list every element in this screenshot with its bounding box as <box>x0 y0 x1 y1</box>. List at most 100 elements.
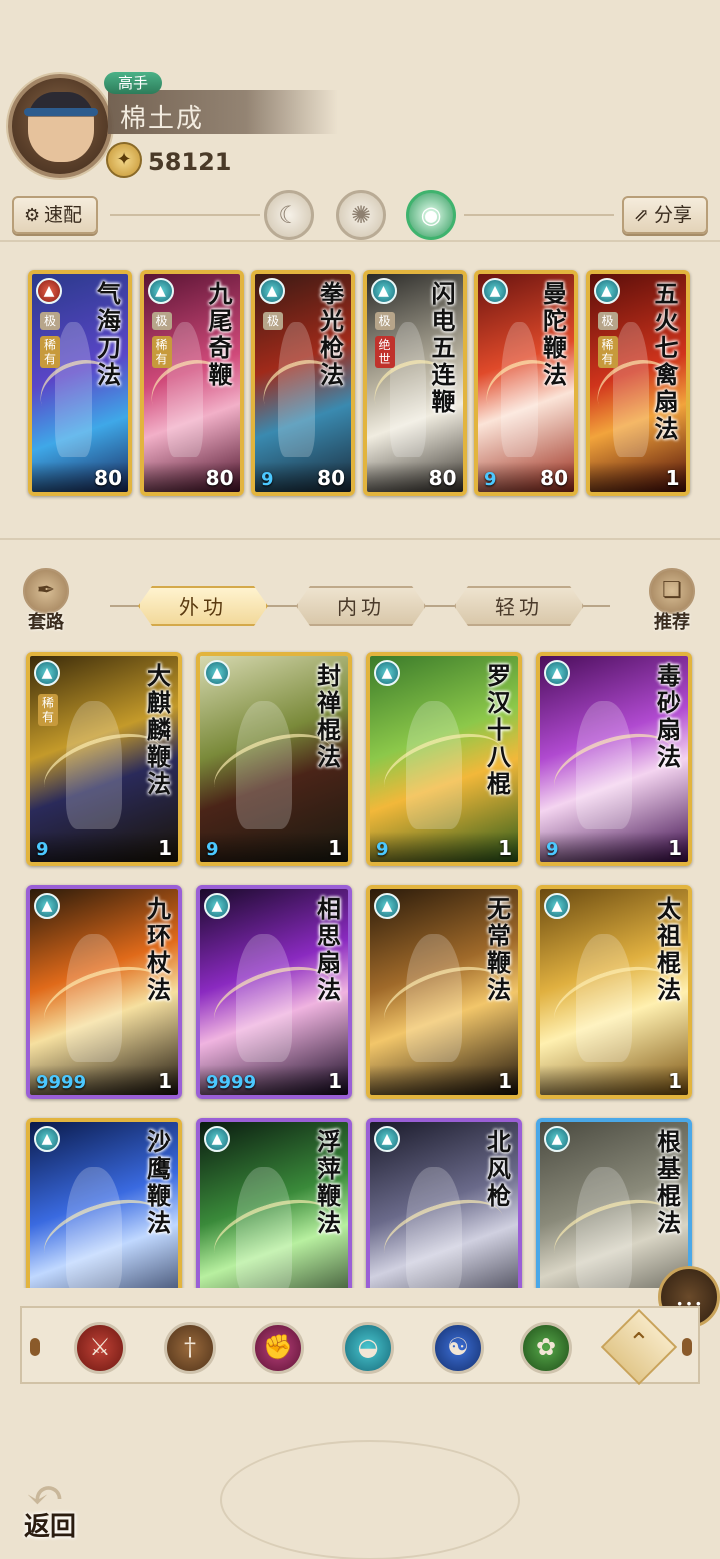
card-tag: 极 <box>151 312 172 330</box>
card-title: 闪电五连鞭 <box>431 279 456 416</box>
card-title: 五火七禽扇法 <box>654 279 679 443</box>
skills-card[interactable]: ▲ 大麒麟鞭法 稀有 9 1 <box>26 652 182 866</box>
card-footer <box>370 832 518 862</box>
card-tag: 极 <box>263 312 283 330</box>
taiji-icon[interactable]: ☯ <box>432 1322 484 1374</box>
card-tag: 稀有 <box>597 336 618 368</box>
back-label: 返回 <box>24 1512 77 1542</box>
moon-slot-icon[interactable]: ☾ <box>264 190 314 240</box>
skills-card[interactable]: ▲ 太祖棍法 1 <box>536 885 692 1099</box>
skills-card[interactable]: ▲ 罗汉十八棍 9 1 <box>366 652 522 866</box>
card-level: 80 <box>317 466 345 490</box>
skill-grid[interactable]: ▲ 大麒麟鞭法 稀有 9 1 ▲ 封禅棍法 9 1 ▲ 罗汉十八棍 9 1 ▲ 毒砂扇法 9 1 ▲ 九环杖法 999… <box>0 648 720 1288</box>
card-title: 根基棍法 <box>657 1127 681 1237</box>
wind-icon[interactable]: ✿ <box>520 1322 572 1374</box>
type-badge-icon: ▲ <box>544 893 570 919</box>
card-title: 封禅棍法 <box>317 661 341 771</box>
card-tag: 稀有 <box>151 336 172 368</box>
type-badge-icon: ▲ <box>259 278 285 304</box>
type-badge-icon: ▲ <box>147 278 174 304</box>
type-badge-icon: ▲ <box>34 1126 60 1152</box>
card-stars: 9 <box>484 469 497 490</box>
skills-card[interactable]: ▲ 毒砂扇法 9 1 <box>536 652 692 866</box>
card-level: 1 <box>668 836 682 860</box>
player-profile: 高手 棉土成 ✦ 58121 <box>8 72 348 182</box>
equipped-card[interactable]: ▲ 九尾奇鞭 极稀有 80 <box>139 270 244 496</box>
quick-equip-label: 速配 <box>44 204 83 226</box>
skills-card[interactable]: ▲ 封禅棍法 9 1 <box>196 652 352 866</box>
pin-right <box>682 1338 692 1356</box>
card-level: 1 <box>328 1069 342 1093</box>
equipped-card[interactable]: ▲ 闪电五连鞭 极绝世 80 <box>362 270 467 496</box>
card-footer <box>200 832 348 862</box>
equipped-card[interactable]: ▲ 气海刀法 极稀有 80 <box>28 270 132 496</box>
avatar-face <box>28 92 94 162</box>
quick-equip-button[interactable]: ⚙ 速配 <box>12 196 98 234</box>
tab-internal[interactable]: 内功 <box>296 586 426 626</box>
blade-icon[interactable]: ⚔ <box>74 1322 126 1374</box>
sword-icon[interactable]: † <box>164 1322 216 1374</box>
type-badge-icon: ▲ <box>544 660 570 686</box>
card-tag: 稀有 <box>40 336 60 368</box>
tab-external[interactable]: 外功 <box>138 586 268 626</box>
card-tag: 极 <box>40 312 60 330</box>
power-icon: ✦ <box>106 142 142 178</box>
card-stars: 9 <box>36 839 49 860</box>
card-title: 相思扇法 <box>317 894 341 1004</box>
type-badge-icon: ▲ <box>374 893 400 919</box>
card-level: 1 <box>665 466 680 490</box>
type-badge-icon: ▲ <box>204 1126 230 1152</box>
card-title: 毒砂扇法 <box>657 661 681 771</box>
equipped-card[interactable]: ▲ 拳光枪法 极 9 80 <box>251 270 355 496</box>
routine-button[interactable]: ✒ 套路 <box>18 568 74 636</box>
gear-icon: ⚙ <box>24 205 41 226</box>
card-level: 1 <box>158 836 172 860</box>
fan-icon[interactable]: ◒ <box>342 1322 394 1374</box>
card-footer <box>540 1065 688 1095</box>
card-stars: 9 <box>206 839 219 860</box>
type-badge-icon: ▲ <box>482 278 508 304</box>
bottom-ornament <box>220 1440 520 1559</box>
avatar[interactable] <box>8 74 112 178</box>
equipped-card[interactable]: ▲ 五火七禽扇法 极稀有 1 <box>585 270 690 496</box>
skills-card[interactable]: ▲ 根基棍法 <box>536 1118 692 1288</box>
tab-lightness[interactable]: 轻功 <box>454 586 584 626</box>
card-title: 九环杖法 <box>147 894 171 1004</box>
card-level: 1 <box>668 1069 682 1093</box>
card-tag: 极 <box>374 312 395 330</box>
card-level: 1 <box>498 1069 512 1093</box>
type-badge-icon: ▲ <box>593 278 620 304</box>
fist-icon[interactable]: ✊ <box>252 1322 304 1374</box>
jade-slot-icon[interactable]: ◉ <box>406 190 456 240</box>
card-title: 九尾奇鞭 <box>208 279 233 389</box>
card-title: 北风枪 <box>487 1127 511 1210</box>
recommend-button[interactable]: ❏ 推荐 <box>644 568 700 636</box>
skills-card[interactable]: ▲ 无常鞭法 1 <box>366 885 522 1099</box>
sun-slot-icon[interactable]: ✺ <box>336 190 386 240</box>
card-title: 罗汉十八棍 <box>487 661 511 798</box>
back-button[interactable]: ↶ 返回 <box>18 1466 98 1546</box>
card-level: 1 <box>328 836 342 860</box>
card-footer <box>30 832 178 862</box>
share-label: 分享 <box>654 204 693 226</box>
card-level: 1 <box>158 1069 172 1093</box>
type-badge-icon: ▲ <box>544 1126 570 1152</box>
skills-card[interactable]: ▲ 相思扇法 9999 1 <box>196 885 352 1099</box>
card-title: 拳光枪法 <box>320 279 344 389</box>
card-title: 浮萍鞭法 <box>317 1127 341 1237</box>
card-level: 1 <box>498 836 512 860</box>
player-name: 棉土成 <box>120 104 205 134</box>
avatar-headband <box>24 108 98 116</box>
routine-label: 套路 <box>28 612 64 633</box>
chevron-up-icon: ⌃ <box>628 1328 650 1358</box>
type-badge-icon: ▲ <box>204 660 230 686</box>
skills-card[interactable]: ▲ 沙鹰鞭法 <box>26 1118 182 1288</box>
equipped-card[interactable]: ▲ 曼陀鞭法 9 80 <box>474 270 578 496</box>
skills-card[interactable]: ▲ 北风枪 <box>366 1118 522 1288</box>
type-badge-icon: ▲ <box>374 660 400 686</box>
divider-right <box>464 214 614 216</box>
skills-card[interactable]: ▲ 浮萍鞭法 <box>196 1118 352 1288</box>
card-tag: 稀有 <box>38 694 58 726</box>
skills-card[interactable]: ▲ 九环杖法 9999 1 <box>26 885 182 1099</box>
share-button[interactable]: ⇗ 分享 <box>622 196 708 234</box>
